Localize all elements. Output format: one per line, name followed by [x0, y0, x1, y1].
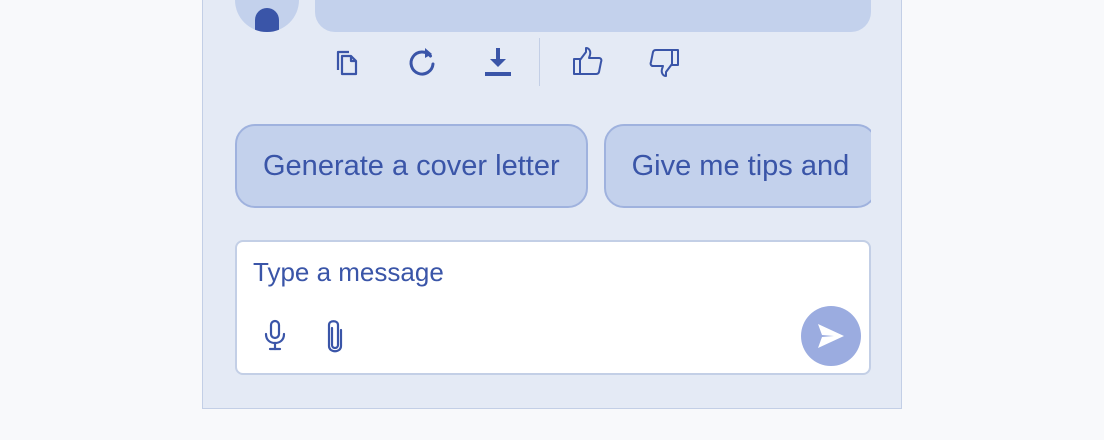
regenerate-icon [409, 48, 435, 76]
chat-panel: Generate a cover letter Give me tips and [202, 0, 902, 409]
suggestion-chip-cover-letter[interactable]: Generate a cover letter [235, 124, 588, 208]
thumbs-down-icon [649, 49, 679, 77]
copy-icon [336, 50, 358, 76]
thumbs-up-icon [573, 47, 603, 75]
avatar-person-icon [255, 8, 279, 32]
attach-button[interactable] [315, 316, 355, 356]
message-composer [235, 240, 871, 375]
copy-button[interactable] [327, 43, 365, 81]
download-button[interactable] [479, 43, 517, 81]
message-actions-toolbar [327, 38, 683, 86]
suggestion-chip-tips[interactable]: Give me tips and [603, 124, 871, 208]
send-icon [818, 324, 844, 348]
assistant-message-bubble [315, 0, 871, 32]
message-input[interactable] [253, 254, 773, 290]
regenerate-button[interactable] [403, 43, 441, 81]
send-button[interactable] [801, 306, 861, 366]
suggestion-chips: Generate a cover letter Give me tips and [235, 124, 871, 208]
thumbs-up-button[interactable] [569, 43, 607, 81]
microphone-icon [264, 319, 286, 351]
thumbs-down-button[interactable] [645, 43, 683, 81]
paperclip-icon [327, 320, 343, 353]
actions-divider [539, 38, 540, 86]
microphone-button[interactable] [255, 316, 295, 356]
avatar [235, 0, 299, 32]
download-icon [485, 48, 511, 76]
